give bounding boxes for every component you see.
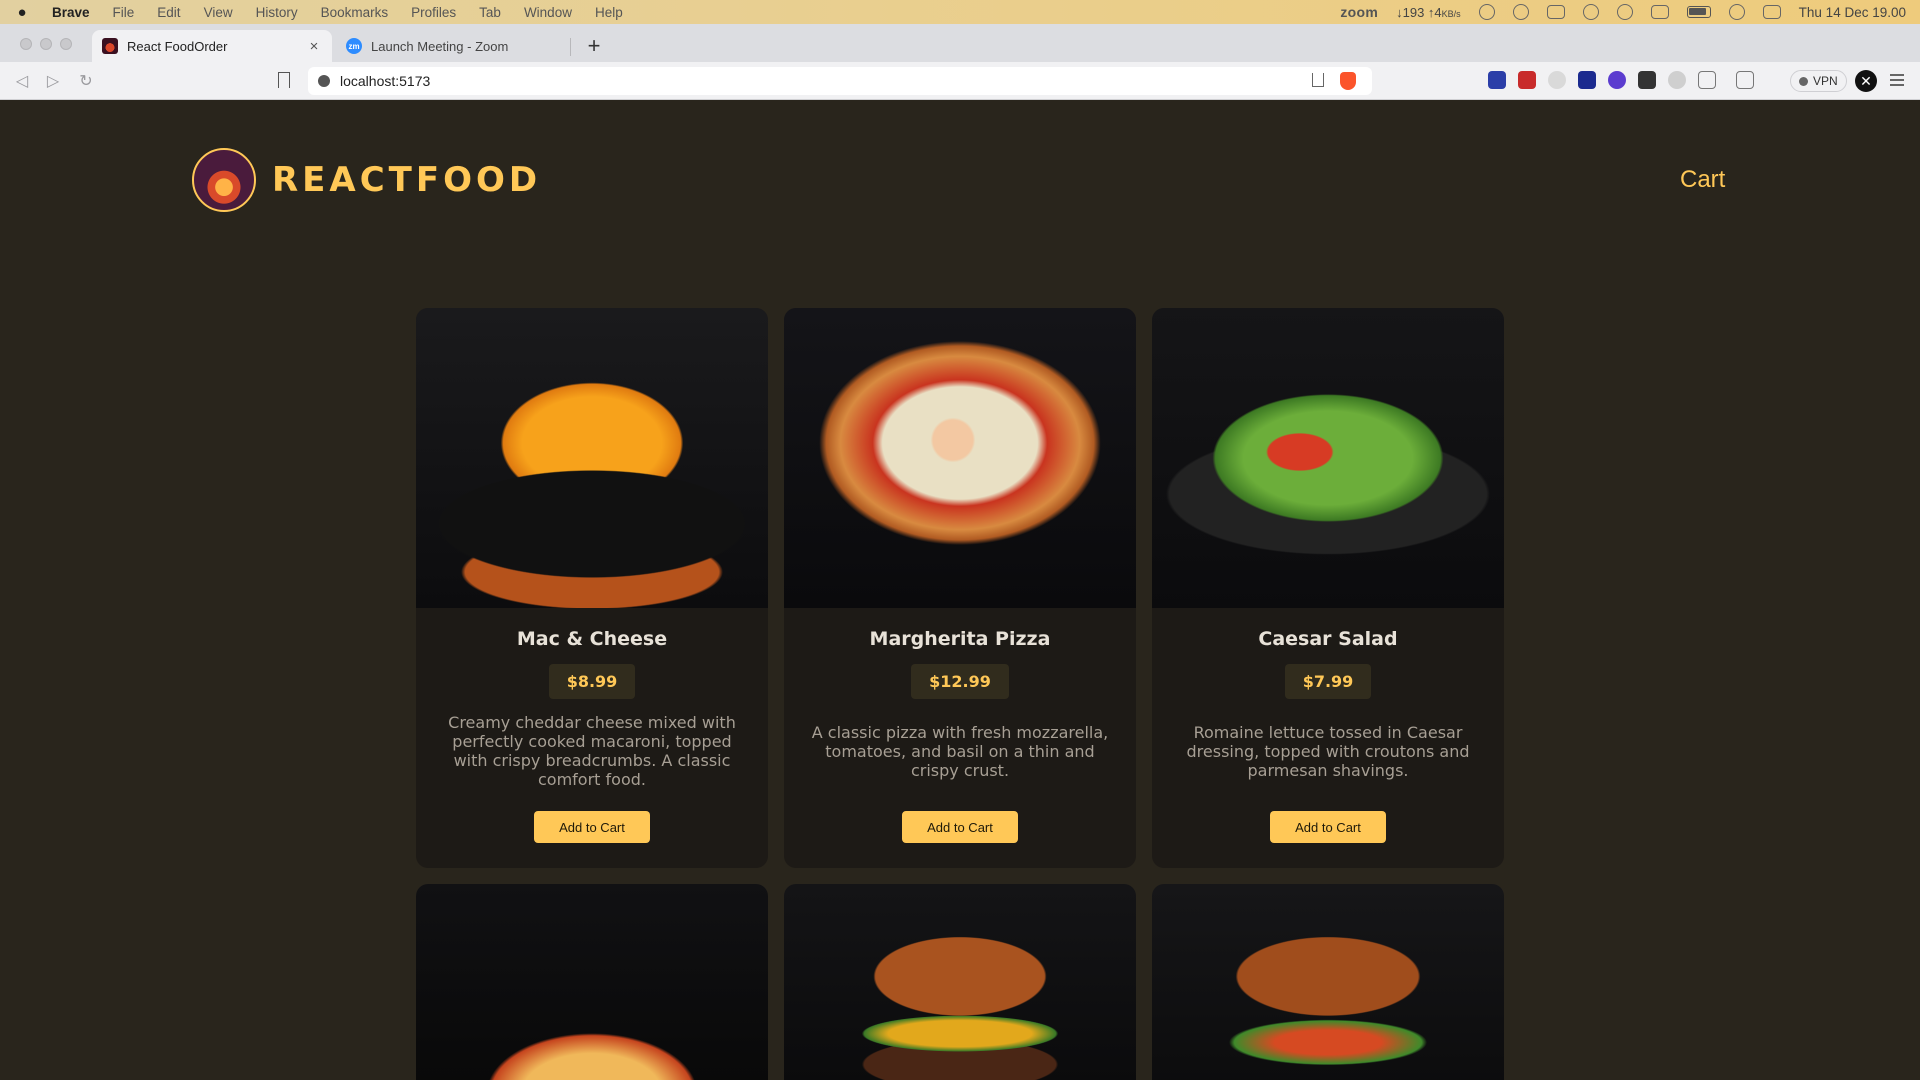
wallet-icon[interactable] [1736, 71, 1754, 89]
chat-bubble-icon[interactable] [1512, 4, 1529, 20]
forward-arrow-icon[interactable]: ▷ [43, 71, 63, 91]
restaurant-logo-icon [192, 148, 256, 212]
control-center-icon[interactable] [1762, 5, 1781, 19]
tab-title: React FoodOrder [127, 38, 228, 54]
add-to-cart-button[interactable]: Add to Cart [902, 811, 1018, 843]
network-rate-value: ↓193 ↑4 [1396, 4, 1442, 20]
browser-toolbar: ◁ ▷ ↻ localhost:5173 VPN ✕ [0, 62, 1920, 100]
cart-button[interactable]: Cart [1680, 166, 1725, 194]
site-info-icon[interactable] [318, 75, 330, 87]
network-rate: ↓193 ↑4KB/s [1396, 5, 1461, 20]
extension-terminal-icon[interactable] [1578, 71, 1596, 89]
creative-cloud-icon[interactable] [1478, 4, 1495, 20]
brave-shields-icon[interactable] [1340, 72, 1356, 90]
menu-bookmarks[interactable]: Bookmarks [321, 5, 389, 20]
meal-card: Mac & Cheese $8.99 Creamy cheddar cheese… [416, 308, 768, 868]
close-window-button[interactable] [20, 38, 32, 50]
menu-tab[interactable]: Tab [479, 5, 501, 20]
meal-price: $8.99 [548, 664, 636, 699]
tab-react-foodorder[interactable]: React FoodOrder × [92, 30, 332, 62]
screen-mirroring-icon[interactable] [1728, 4, 1745, 20]
clock[interactable]: Thu 14 Dec 19.00 [1799, 5, 1906, 20]
maximize-window-button[interactable] [60, 38, 72, 50]
margherita-pizza-photo [784, 308, 1136, 608]
menu-window[interactable]: Window [524, 5, 572, 20]
vpn-button[interactable]: VPN [1790, 70, 1847, 92]
menu-view[interactable]: View [204, 5, 233, 20]
meal-card [416, 884, 768, 1080]
address-bar[interactable]: localhost:5173 [308, 67, 1372, 95]
site-header: REACTFOOD [192, 148, 541, 212]
profile-avatar-icon[interactable]: ✕ [1855, 70, 1877, 92]
battery-icon[interactable] [1686, 6, 1711, 18]
spaghetti-photo [416, 884, 768, 1080]
meal-card [784, 884, 1136, 1080]
vpn-status-icon [1799, 76, 1808, 86]
sidebar-toggle-icon[interactable] [1698, 71, 1716, 89]
tab-title: Launch Meeting - Zoom [371, 38, 509, 54]
brand-title: REACTFOOD [272, 160, 542, 200]
meals-grid: Mac & Cheese $8.99 Creamy cheddar cheese… [416, 308, 1506, 1080]
meal-description: A classic pizza with fresh mozzarella, t… [811, 722, 1109, 780]
zoom-status-label[interactable]: zoom [1340, 4, 1378, 20]
tab-zoom-meeting[interactable]: zm Launch Meeting - Zoom [336, 30, 570, 62]
macos-menu-bar: ● Brave File Edit View History Bookmarks… [0, 0, 1920, 24]
extension-purple-icon[interactable] [1608, 71, 1626, 89]
meal-card: Margherita Pizza $12.99 A classic pizza … [784, 308, 1136, 868]
menu-edit[interactable]: Edit [157, 5, 180, 20]
meal-description: Romaine lettuce tossed in Caesar dressin… [1186, 722, 1470, 780]
chicken-burger-photo [1152, 884, 1504, 1080]
menu-history[interactable]: History [256, 5, 298, 20]
key-icon[interactable] [1582, 4, 1599, 20]
add-to-cart-button[interactable]: Add to Cart [1270, 811, 1386, 843]
network-rate-unit: KB/s [1441, 8, 1461, 19]
extensions-puzzle-icon[interactable] [1668, 71, 1686, 89]
mac-and-cheese-photo [416, 308, 768, 608]
extensions-row [1488, 71, 1754, 89]
add-to-cart-button[interactable]: Add to Cart [534, 811, 650, 843]
back-arrow-icon[interactable]: ◁ [12, 71, 32, 91]
status-area: zoom ↓193 ↑4KB/s Thu 14 Dec 19.00 [1340, 4, 1906, 20]
vpn-label: VPN [1813, 74, 1838, 88]
minimize-window-button[interactable] [40, 38, 52, 50]
apple-menu-icon[interactable]: ● [14, 4, 30, 21]
volume-icon[interactable] [1650, 5, 1669, 19]
extension-red-icon[interactable] [1518, 71, 1536, 89]
bookmark-icon[interactable] [278, 72, 290, 88]
caesar-salad-photo [1152, 308, 1504, 608]
window-controls [20, 38, 72, 50]
share-icon[interactable] [1312, 73, 1324, 87]
meal-name: Margherita Pizza [869, 628, 1051, 650]
url-text[interactable]: localhost:5173 [340, 73, 430, 89]
extension-clock-icon[interactable] [1548, 71, 1566, 89]
browser-tab-strip: React FoodOrder × zm Launch Meeting - Zo… [0, 24, 1920, 62]
zoom-favicon-icon: zm [346, 38, 362, 54]
meal-card: Caesar Salad $7.99 Romaine lettuce tosse… [1152, 308, 1504, 868]
burger-photo [784, 884, 1136, 1080]
notion-icon[interactable] [1546, 5, 1565, 19]
meal-description: Creamy cheddar cheese mixed with perfect… [448, 713, 736, 789]
reload-icon[interactable]: ↻ [76, 71, 96, 91]
extension-pen-icon[interactable] [1638, 71, 1656, 89]
meal-price: $7.99 [1284, 664, 1372, 699]
hamburger-menu-icon[interactable] [1890, 74, 1904, 86]
menu-help[interactable]: Help [595, 5, 623, 20]
extension-badge-icon[interactable] [1488, 71, 1506, 89]
meal-name: Mac & Cheese [516, 628, 668, 650]
meal-price: $12.99 [911, 664, 1009, 699]
menu-file[interactable]: File [113, 5, 135, 20]
menu-app-name[interactable]: Brave [52, 5, 90, 20]
react-food-favicon-icon [102, 38, 118, 54]
tab-divider [570, 38, 571, 56]
new-tab-plus-icon[interactable]: + [582, 34, 606, 58]
page-content: REACTFOOD Cart Mac & Cheese $8.99 Creamy… [0, 100, 1920, 1080]
menu-profiles[interactable]: Profiles [411, 5, 456, 20]
meal-name: Caesar Salad [1258, 628, 1398, 650]
meal-card [1152, 884, 1504, 1080]
close-tab-icon[interactable]: × [306, 38, 322, 55]
play-circle-icon[interactable] [1616, 4, 1633, 20]
